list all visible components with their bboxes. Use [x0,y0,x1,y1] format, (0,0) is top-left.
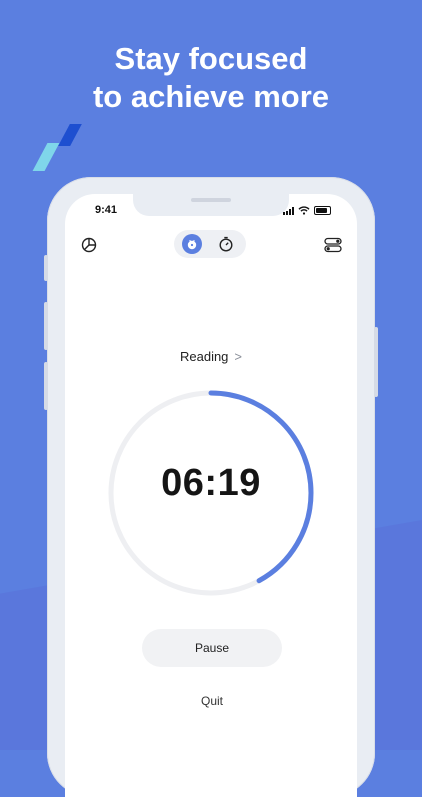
phone-power-button [374,327,378,397]
settings-button[interactable] [322,234,344,256]
headline-line-2: to achieve more [92,79,330,114]
task-label: Reading [179,349,229,364]
phone-side-button [44,255,48,281]
task-selector[interactable]: Reading > [65,349,357,364]
mode-toggle[interactable] [174,230,246,258]
phone-frame: 9:41 Reading > 06:19 Pause Quit [44,177,378,797]
phone-volume-down [44,362,48,410]
notch [133,194,289,216]
decor-stripe-dark [58,124,82,146]
status-icons [283,206,331,215]
stopwatch-icon [219,236,233,252]
pie-chart-icon [81,237,97,253]
battery-icon [314,206,331,215]
tomato-timer-icon [187,239,197,250]
phone-screen: 9:41 Reading > 06:19 Pause Quit [65,194,357,797]
chevron-right-icon: > [234,349,243,364]
focus-mode-button[interactable] [182,234,202,254]
signal-icon [283,206,294,215]
toggle-settings-icon [324,237,342,253]
decor-stripe-light [32,143,60,171]
wifi-icon [298,206,310,215]
status-time: 9:41 [95,204,118,216]
headline: Stay focused to achieve more [0,40,422,116]
headline-line-1: Stay focused [114,41,308,76]
quit-button[interactable]: Quit [172,694,252,708]
timer-display: 06:19 [161,462,261,504]
phone-volume-up [44,302,48,350]
stopwatch-button[interactable] [216,234,236,254]
pause-button[interactable]: Pause [142,629,282,667]
speaker [191,198,231,202]
stats-button[interactable] [78,234,100,256]
